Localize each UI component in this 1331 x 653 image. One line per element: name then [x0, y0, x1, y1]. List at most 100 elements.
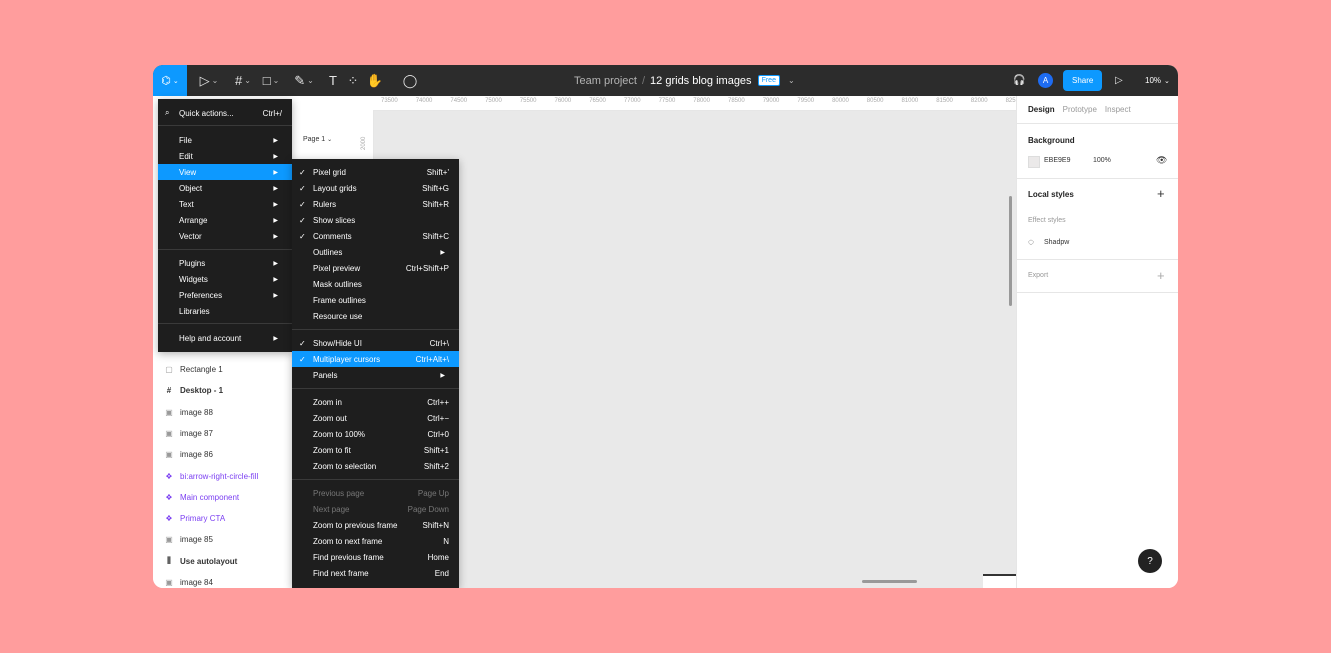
- layer-item[interactable]: ❖ Main component: [153, 487, 239, 508]
- submenu-arrow-icon: ▶: [440, 372, 445, 379]
- layer-label: image 88: [180, 407, 213, 417]
- frame-tool-icon: #: [235, 73, 243, 88]
- view-item-multiplayer-cursors[interactable]: ✓ Multiplayer cursors Ctrl+Alt+\: [292, 351, 459, 367]
- menu-item-view[interactable]: View ▶: [158, 164, 292, 180]
- add-style-icon[interactable]: +: [1157, 186, 1165, 201]
- view-item-pixel-preview[interactable]: Pixel preview Ctrl+Shift+P: [292, 260, 459, 276]
- ruler-tick: 79500: [797, 98, 815, 104]
- effect-style-item[interactable]: Shadpw: [1044, 239, 1069, 246]
- move-tool-button[interactable]: ▷ ⌄: [197, 65, 221, 96]
- view-item-zoom-to-previous-frame[interactable]: Zoom to previous frame Shift+N: [292, 517, 459, 533]
- menu-item-label: Panels: [313, 370, 338, 380]
- tab-inspect[interactable]: Inspect: [1105, 105, 1131, 114]
- chevron-down-icon[interactable]: ⌄: [273, 76, 280, 85]
- layer-item[interactable]: ▣ image 88: [153, 402, 213, 423]
- help-button[interactable]: ?: [1138, 549, 1162, 573]
- view-item-mask-outlines[interactable]: Mask outlines: [292, 276, 459, 292]
- view-item-next-page[interactable]: Next page Page Down: [292, 501, 459, 517]
- view-item-zoom-to-selection[interactable]: Zoom to selection Shift+2: [292, 458, 459, 474]
- main-menu-button[interactable]: ⌬ ⌄: [153, 65, 187, 96]
- view-item-layout-grids[interactable]: ✓ Layout grids Shift+G: [292, 180, 459, 196]
- layer-item[interactable]: ▣ image 87: [153, 423, 213, 444]
- submenu-arrow-icon: ▶: [273, 260, 278, 267]
- view-item-pixel-grid[interactable]: ✓ Pixel grid Shift+': [292, 164, 459, 180]
- view-item-outlines[interactable]: Outlines ▶: [292, 244, 459, 260]
- layer-item[interactable]: ▣ image 84: [153, 572, 213, 588]
- view-item-zoom-to-next-frame[interactable]: Zoom to next frame N: [292, 533, 459, 549]
- image-layer-icon: ▣: [165, 450, 173, 460]
- hand-tool-button[interactable]: ✋: [363, 65, 387, 96]
- menu-item-object[interactable]: Object ▶: [158, 180, 292, 196]
- menu-item-label: File: [179, 135, 192, 145]
- file-name[interactable]: 12 grids blog images: [650, 75, 752, 87]
- headphones-icon[interactable]: 🎧: [1013, 65, 1025, 96]
- frame-tool-button[interactable]: # ⌄: [231, 65, 255, 96]
- share-button[interactable]: Share: [1063, 70, 1103, 91]
- view-item-find-next-frame[interactable]: Find next frame End: [292, 565, 459, 581]
- chevron-down-icon[interactable]: ⌄: [307, 76, 314, 85]
- view-item-zoom-out[interactable]: Zoom out Ctrl+−: [292, 410, 459, 426]
- view-item-find-previous-frame[interactable]: Find previous frame Home: [292, 549, 459, 565]
- chevron-down-icon[interactable]: ⌄: [212, 76, 219, 85]
- page-selector[interactable]: Page 1 ⌄: [303, 136, 332, 143]
- menu-item-label: Zoom to next frame: [313, 536, 383, 546]
- layer-item[interactable]: ❖ Primary CTA: [153, 508, 225, 529]
- layer-item[interactable]: # Desktop - 1: [153, 380, 223, 401]
- resources-button[interactable]: ⁘: [341, 65, 365, 96]
- view-item-show-slices[interactable]: ✓ Show slices: [292, 212, 459, 228]
- background-hex[interactable]: EBE9E9: [1044, 157, 1070, 164]
- layer-item[interactable]: ▣ image 86: [153, 444, 213, 465]
- view-item-resource-use[interactable]: Resource use: [292, 308, 459, 324]
- view-item-rulers[interactable]: ✓ Rulers Shift+R: [292, 196, 459, 212]
- menu-item-label: Zoom to selection: [313, 461, 377, 471]
- view-item-show-hide-ui[interactable]: ✓ Show/Hide UI Ctrl+\: [292, 335, 459, 351]
- menu-item-arrange[interactable]: Arrange ▶: [158, 212, 292, 228]
- add-export-icon[interactable]: +: [1157, 268, 1165, 283]
- comment-tool-button[interactable]: ◯: [398, 65, 422, 96]
- menu-divider: [292, 479, 459, 480]
- submenu-arrow-icon: ▶: [273, 217, 278, 224]
- vertical-scrollbar[interactable]: [1009, 196, 1012, 306]
- present-play-icon[interactable]: ▷: [1115, 65, 1123, 96]
- view-item-zoom-to-100-[interactable]: Zoom to 100% Ctrl+0: [292, 426, 459, 442]
- team-name[interactable]: Team project: [574, 75, 637, 87]
- menu-item-preferences[interactable]: Preferences ▶: [158, 287, 292, 303]
- menu-item-label: Resource use: [313, 311, 363, 321]
- avatar[interactable]: A: [1038, 73, 1053, 88]
- tab-design[interactable]: Design: [1028, 105, 1055, 114]
- chevron-down-icon[interactable]: ⌄: [244, 76, 251, 85]
- layer-item[interactable]: ⫼ Use autolayout: [153, 551, 237, 572]
- tab-prototype[interactable]: Prototype: [1063, 105, 1097, 114]
- pen-tool-button[interactable]: ✎ ⌄: [292, 65, 316, 96]
- menu-item-text[interactable]: Text ▶: [158, 196, 292, 212]
- quick-actions-label: Quick actions...: [179, 108, 234, 118]
- view-item-frame-outlines[interactable]: Frame outlines: [292, 292, 459, 308]
- view-item-previous-page[interactable]: Previous page Page Up: [292, 485, 459, 501]
- layer-item[interactable]: ❖ bi:arrow-right-circle-fill: [153, 466, 258, 487]
- menu-item-file[interactable]: File ▶: [158, 132, 292, 148]
- eye-icon[interactable]: 👁: [1156, 155, 1167, 166]
- view-item-zoom-to-fit[interactable]: Zoom to fit Shift+1: [292, 442, 459, 458]
- menu-item-plugins[interactable]: Plugins ▶: [158, 255, 292, 271]
- menu-item-vector[interactable]: Vector ▶: [158, 228, 292, 244]
- main-menu: ⌕ Quick actions... Ctrl+/File ▶ Edit ▶ View ▶ Ob…: [158, 99, 292, 352]
- menu-item-label: Find previous frame: [313, 552, 384, 562]
- layer-item[interactable]: ▢ Rectangle 1: [153, 359, 222, 380]
- horizontal-scrollbar[interactable]: [862, 580, 917, 583]
- view-item-zoom-in[interactable]: Zoom in Ctrl++: [292, 394, 459, 410]
- background-opacity[interactable]: 100%: [1093, 157, 1111, 164]
- menu-item-help-and-account[interactable]: Help and account ▶: [158, 330, 292, 346]
- menu-item-libraries[interactable]: Libraries: [158, 303, 292, 319]
- background-swatch[interactable]: [1028, 156, 1040, 168]
- menu-item-edit[interactable]: Edit ▶: [158, 148, 292, 164]
- shape-tool-button[interactable]: □ ⌄: [259, 65, 283, 96]
- ruler-tick: 82000: [970, 98, 988, 104]
- view-item-panels[interactable]: Panels ▶: [292, 367, 459, 383]
- view-item-comments[interactable]: ✓ Comments Shift+C: [292, 228, 459, 244]
- menu-item-widgets[interactable]: Widgets ▶: [158, 271, 292, 287]
- ruler-tick: 81000: [901, 98, 919, 104]
- chevron-down-icon[interactable]: ⌄: [788, 76, 795, 85]
- zoom-dropdown[interactable]: 10% ⌄: [1145, 65, 1170, 96]
- quick-actions-item[interactable]: ⌕ Quick actions... Ctrl+/: [158, 104, 292, 122]
- layer-item[interactable]: ▣ image 85: [153, 529, 213, 550]
